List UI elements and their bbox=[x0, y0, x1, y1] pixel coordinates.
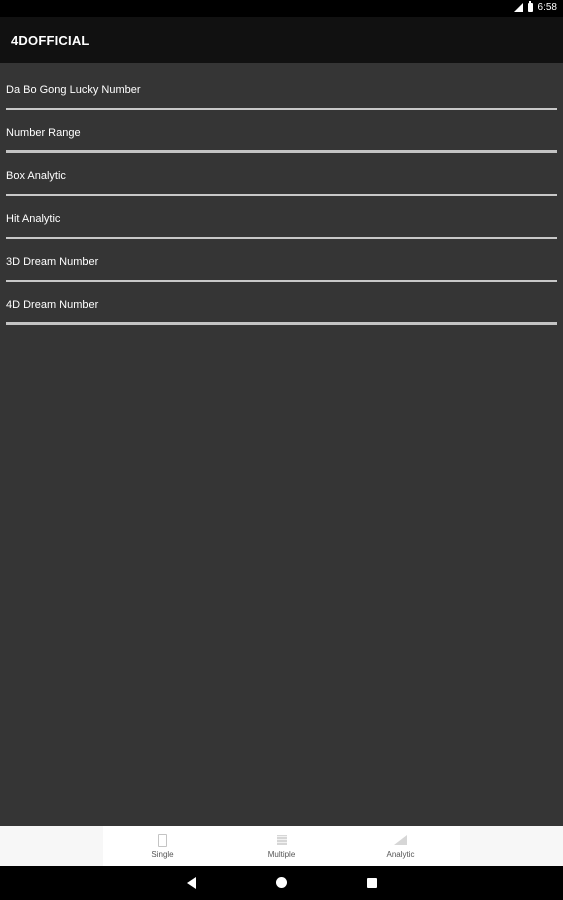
menu-item-label: Da Bo Gong Lucky Number bbox=[6, 84, 141, 96]
menu-item-da-bo-gong-lucky-number[interactable]: Da Bo Gong Lucky Number bbox=[6, 67, 557, 110]
menu-item-label: Box Analytic bbox=[6, 170, 66, 182]
grid-icon bbox=[276, 835, 287, 845]
menu-item-label: 3D Dream Number bbox=[6, 256, 99, 268]
bottom-nav: Single Multiple Analytic bbox=[0, 826, 563, 866]
status-time: 6:58 bbox=[537, 2, 557, 13]
home-icon[interactable] bbox=[276, 877, 287, 888]
system-nav-bar bbox=[0, 866, 563, 900]
back-icon[interactable] bbox=[187, 877, 196, 889]
tab-label: Analytic bbox=[386, 850, 415, 859]
tab-single[interactable]: Single bbox=[103, 826, 222, 866]
menu-item-label: Number Range bbox=[6, 127, 81, 139]
bottom-nav-tabs: Single Multiple Analytic bbox=[103, 826, 460, 866]
menu-item-label: Hit Analytic bbox=[6, 213, 61, 225]
recents-icon[interactable] bbox=[367, 878, 377, 888]
chart-icon bbox=[394, 835, 407, 845]
menu-item-label: 4D Dream Number bbox=[6, 299, 99, 311]
menu-item-box-analytic[interactable]: Box Analytic bbox=[6, 153, 557, 196]
status-bar: 6:58 bbox=[0, 0, 563, 17]
tab-multiple[interactable]: Multiple bbox=[222, 826, 341, 866]
app-bar: 4DOFFICIAL bbox=[0, 17, 563, 63]
status-icons: 6:58 bbox=[513, 1, 557, 13]
tab-analytic[interactable]: Analytic bbox=[341, 826, 460, 866]
menu-item-3d-dream-number[interactable]: 3D Dream Number bbox=[6, 239, 557, 282]
signal-icon bbox=[513, 3, 523, 12]
menu-list: Da Bo Gong Lucky Number Number Range Box… bbox=[0, 67, 563, 325]
phone-icon bbox=[158, 833, 167, 847]
menu-item-4d-dream-number[interactable]: 4D Dream Number bbox=[6, 282, 557, 325]
tab-label: Multiple bbox=[267, 850, 296, 859]
menu-item-hit-analytic[interactable]: Hit Analytic bbox=[6, 196, 557, 239]
app-title: 4DOFFICIAL bbox=[11, 33, 90, 48]
battery-icon bbox=[527, 1, 533, 12]
menu-item-number-range[interactable]: Number Range bbox=[6, 110, 557, 153]
tab-label: Single bbox=[151, 850, 174, 859]
